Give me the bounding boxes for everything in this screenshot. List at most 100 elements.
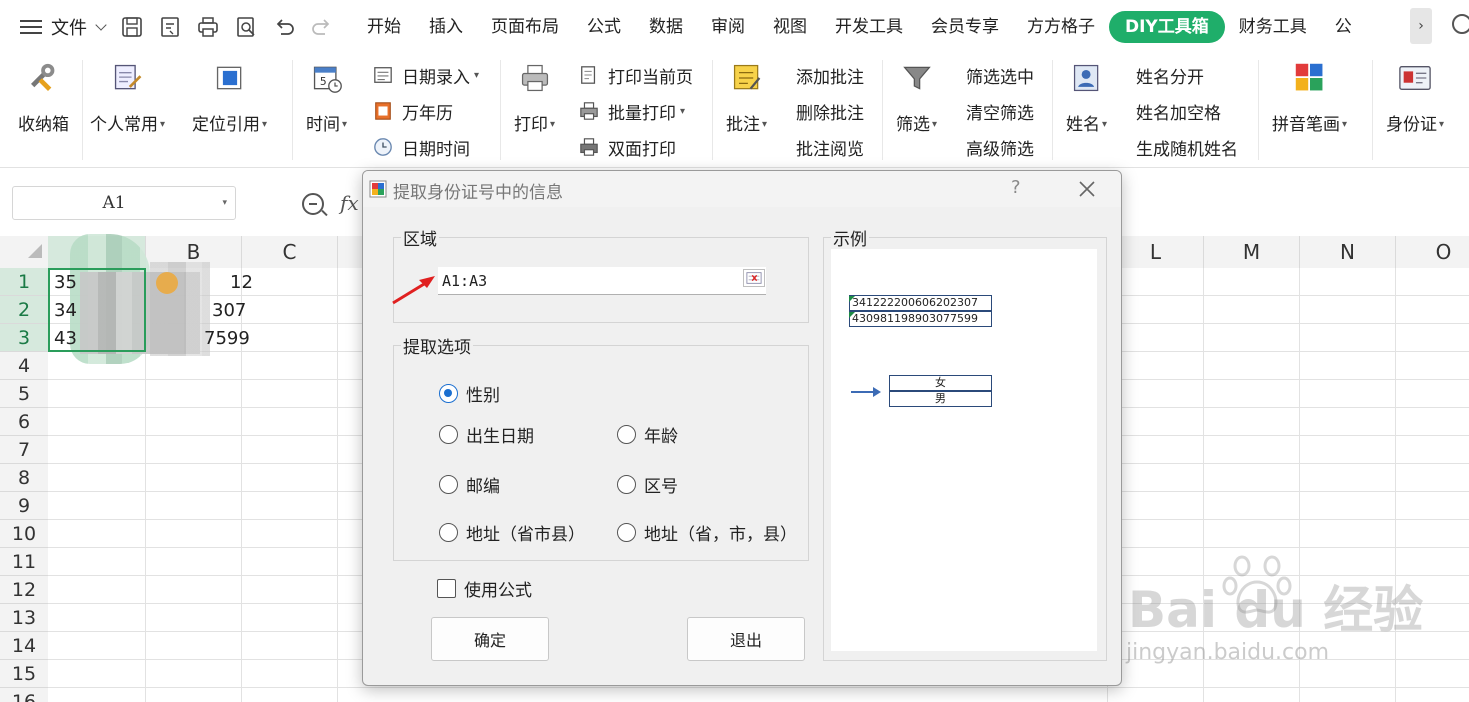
tab-diy-toolbox[interactable]: DIY工具箱 [1109, 11, 1225, 43]
chevron-down-icon[interactable]: ▾ [222, 187, 227, 219]
name-split-button[interactable]: 姓名分开 [1136, 60, 1204, 90]
close-icon[interactable] [1075, 177, 1099, 201]
row-header-13[interactable]: 13 [0, 604, 48, 632]
tab-data[interactable]: 数据 [635, 11, 697, 43]
delete-comment-button[interactable]: 删除批注 [796, 96, 864, 126]
exit-button[interactable]: 退出 [687, 617, 805, 661]
radio-address-combined[interactable]: 地址（省市县） [439, 519, 585, 545]
dialog-title-bar[interactable]: 提取身份证号中的信息 ? [363, 171, 1121, 207]
batch-print-button[interactable]: 批量打印 ▾ [578, 96, 685, 126]
row-header-7[interactable]: 7 [0, 436, 48, 464]
row-header-14[interactable]: 14 [0, 632, 48, 660]
duplex-print-button[interactable]: 双面打印 [578, 132, 676, 162]
radio-area-code[interactable]: 区号 [617, 471, 678, 497]
tab-view[interactable]: 视图 [759, 11, 821, 43]
tabs-scroll-right-button[interactable]: › [1410, 8, 1432, 44]
radio-dot-selected[interactable] [439, 383, 458, 403]
search-icon[interactable] [1452, 14, 1469, 34]
tab-review[interactable]: 审阅 [697, 11, 759, 43]
range-select-button[interactable] [743, 269, 765, 287]
row-header-9[interactable]: 9 [0, 492, 48, 520]
row-header-4[interactable]: 4 [0, 352, 48, 380]
radio-dot[interactable] [617, 522, 636, 542]
column-header-l[interactable]: L [1108, 236, 1204, 268]
range-input[interactable] [438, 267, 766, 295]
filter-selected-button[interactable]: 筛选选中 [966, 60, 1034, 90]
chevron-down-icon[interactable] [95, 19, 107, 31]
perpetual-calendar-button[interactable]: 万年历 [372, 96, 453, 126]
row-header-12[interactable]: 12 [0, 576, 48, 604]
column-header-m[interactable]: M [1204, 236, 1300, 268]
pinyin-stroke-button[interactable]: 拼音笔画 ▾ [1272, 60, 1347, 135]
radio-dot[interactable] [439, 424, 458, 444]
row-header-8[interactable]: 8 [0, 464, 48, 492]
row-header-3[interactable]: 3 [0, 324, 48, 352]
tab-finance-tools[interactable]: 财务工具 [1225, 11, 1321, 43]
column-header-o[interactable]: O [1396, 236, 1469, 268]
clear-filter-button[interactable]: 清空筛选 [966, 96, 1034, 126]
row-header-16[interactable]: 16 [0, 688, 48, 702]
radio-dot[interactable] [617, 424, 636, 444]
radio-dot[interactable] [439, 474, 458, 494]
row-header-5[interactable]: 5 [0, 380, 48, 408]
name-button[interactable]: 姓名 ▾ [1066, 60, 1107, 135]
print-preview-icon[interactable] [233, 14, 259, 40]
row-header-11[interactable]: 11 [0, 548, 48, 576]
comment-button[interactable]: 批注 ▾ [726, 60, 767, 135]
radio-birthdate[interactable]: 出生日期 [439, 421, 534, 447]
add-comment-button[interactable]: 添加批注 [796, 60, 864, 90]
column-header-c[interactable]: C [242, 236, 338, 268]
radio-dot[interactable] [439, 522, 458, 542]
name-add-space-button[interactable]: 姓名加空格 [1136, 96, 1221, 126]
personal-common-button[interactable]: 个人常用 ▾ [90, 60, 165, 135]
id-card-button[interactable]: 身份证 ▾ [1386, 60, 1444, 135]
save-icon[interactable] [119, 14, 145, 40]
export-icon[interactable] [157, 14, 183, 40]
radio-dot[interactable] [617, 474, 636, 494]
row-header-10[interactable]: 10 [0, 520, 48, 548]
random-name-button[interactable]: 生成随机姓名 [1136, 132, 1238, 162]
print-icon[interactable] [195, 14, 221, 40]
tab-insert[interactable]: 插入 [415, 11, 477, 43]
tab-formulas[interactable]: 公式 [573, 11, 635, 43]
file-menu[interactable]: 文件 [0, 0, 341, 54]
column-header-n[interactable]: N [1300, 236, 1396, 268]
radio-postcode[interactable]: 邮编 [439, 471, 500, 497]
toolbox-button[interactable]: 收纳箱 [18, 60, 69, 135]
tab-fangfanggezi[interactable]: 方方格子 [1013, 11, 1109, 43]
row-header-1[interactable]: 1 [0, 268, 48, 296]
read-comment-button[interactable]: 批注阅览 [796, 132, 864, 162]
print-button[interactable]: 打印 ▾ [514, 60, 555, 135]
radio-age[interactable]: 年龄 [617, 421, 678, 447]
tab-member[interactable]: 会员专享 [917, 11, 1013, 43]
cell-b1[interactable]: 12 [230, 269, 253, 297]
filter-button[interactable]: 筛选 ▾ [896, 60, 937, 135]
row-header-15[interactable]: 15 [0, 660, 48, 688]
hamburger-icon[interactable] [20, 20, 42, 34]
locate-reference-button[interactable]: 定位引用 ▾ [192, 60, 267, 135]
tab-truncated[interactable]: 公 [1321, 11, 1366, 43]
undo-icon[interactable] [271, 14, 297, 40]
row-header-2[interactable]: 2 [0, 296, 48, 324]
file-menu-label[interactable]: 文件 [51, 14, 87, 40]
name-box[interactable]: A1 ▾ [12, 186, 236, 220]
radio-address-separated[interactable]: 地址（省，市，县） [617, 519, 797, 545]
tab-home[interactable]: 开始 [353, 11, 415, 43]
tab-developer[interactable]: 开发工具 [821, 11, 917, 43]
advanced-filter-button[interactable]: 高级筛选 [966, 132, 1034, 162]
tab-page-layout[interactable]: 页面布局 [477, 11, 573, 43]
row-header-6[interactable]: 6 [0, 408, 48, 436]
print-current-page-button[interactable]: 打印当前页 [578, 60, 693, 90]
ok-button[interactable]: 确定 [431, 617, 549, 661]
date-entry-button[interactable]: 日期录入 ▾ [372, 60, 479, 90]
cell-b2[interactable]: 307 [212, 297, 246, 325]
checkbox-box[interactable] [437, 579, 456, 598]
help-button[interactable]: ? [1011, 177, 1021, 198]
redo-icon[interactable] [309, 14, 335, 40]
zoom-icon[interactable] [302, 193, 324, 215]
fx-icon[interactable]: fx [340, 191, 359, 215]
radio-gender[interactable]: 性别 [439, 380, 500, 406]
cell-b3[interactable]: 7599 [204, 325, 250, 353]
time-button[interactable]: 5 时间 ▾ [306, 60, 347, 135]
use-formula-checkbox[interactable]: 使用公式 [437, 576, 532, 601]
